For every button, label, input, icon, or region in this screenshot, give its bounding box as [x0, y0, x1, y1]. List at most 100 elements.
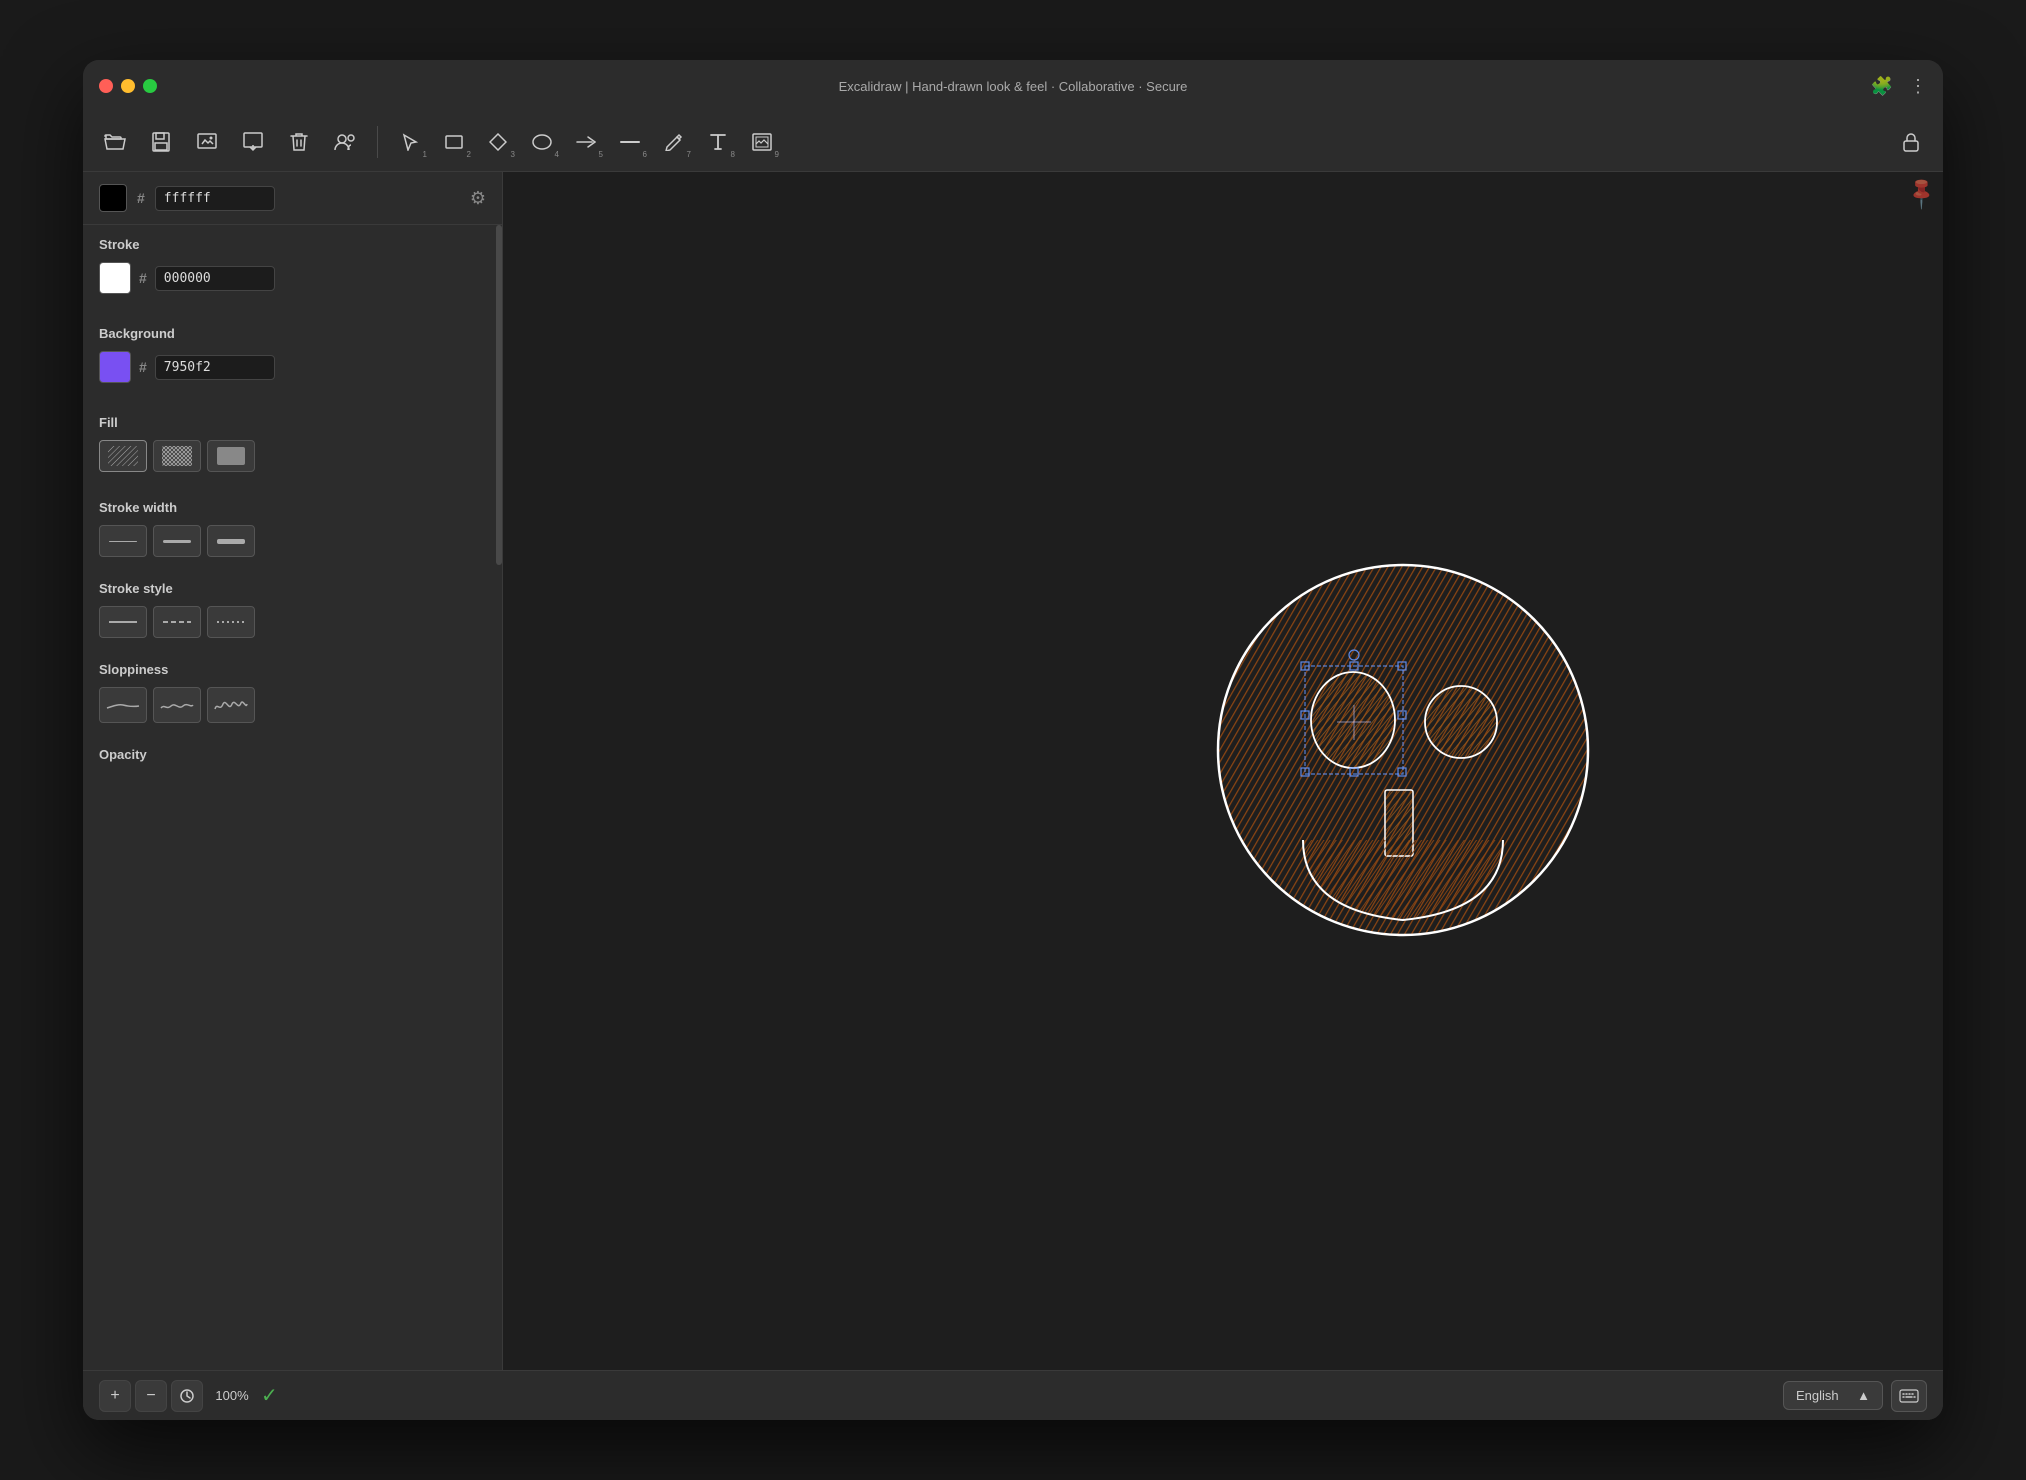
- traffic-lights: [99, 79, 157, 93]
- stroke-style-dashed[interactable]: [153, 606, 201, 638]
- fill-section: Fill: [83, 403, 502, 488]
- hash-symbol: #: [137, 190, 145, 206]
- main-content: # ⚙ Stroke #: [83, 172, 1943, 1370]
- stroke-color-input[interactable]: [155, 266, 275, 291]
- tool-number-2: 2: [467, 150, 471, 159]
- stroke-width-label: Stroke width: [99, 500, 486, 515]
- stroke-label: Stroke: [99, 237, 486, 252]
- background-label: Background: [99, 326, 486, 341]
- zoom-plus-icon: +: [110, 1387, 119, 1405]
- tool-number-7: 7: [687, 150, 691, 159]
- canvas-area[interactable]: 📌: [503, 172, 1943, 1370]
- bottom-bar: + − 100% ✓ English ▲: [83, 1370, 1943, 1420]
- arrow-tool[interactable]: 5: [566, 122, 606, 162]
- toolbar-center: 1 2 3: [390, 122, 782, 162]
- image-tool[interactable]: 9: [742, 122, 782, 162]
- fill-solid-button[interactable]: [207, 440, 255, 472]
- zoom-controls: + − 100% ✓: [99, 1380, 278, 1412]
- app-body: 1 2 3: [83, 112, 1943, 1420]
- toolbar: 1 2 3: [83, 112, 1943, 172]
- keyboard-button[interactable]: [1891, 1380, 1927, 1412]
- background-color-input[interactable]: [155, 355, 275, 380]
- minimize-button[interactable]: [121, 79, 135, 93]
- tool-number-8: 8: [731, 150, 735, 159]
- stroke-style-label: Stroke style: [99, 581, 486, 596]
- fill-crosshatch-button[interactable]: [153, 440, 201, 472]
- stroke-style-dotted[interactable]: [207, 606, 255, 638]
- pencil-tool[interactable]: 7: [654, 122, 694, 162]
- zoom-in-button[interactable]: +: [99, 1380, 131, 1412]
- export-image-button[interactable]: [187, 122, 227, 162]
- background-section: Background #: [83, 314, 502, 403]
- open-button[interactable]: [95, 122, 135, 162]
- toolbar-right: [1891, 122, 1931, 162]
- text-tool[interactable]: 8: [698, 122, 738, 162]
- toolbar-left: [95, 122, 365, 162]
- stroke-color-swatch[interactable]: [99, 262, 131, 294]
- extensions-icon[interactable]: 🧩: [1871, 76, 1893, 97]
- sloppiness-options: [99, 687, 486, 723]
- diamond-tool[interactable]: 3: [478, 122, 518, 162]
- zoom-out-button[interactable]: −: [135, 1380, 167, 1412]
- tool-number-3: 3: [511, 150, 515, 159]
- quick-color-swatch[interactable]: [99, 184, 127, 212]
- stroke-width-thin[interactable]: [99, 525, 147, 557]
- sloppiness-label: Sloppiness: [99, 662, 486, 677]
- titlebar-right: 🧩 ⋮: [1871, 76, 1927, 97]
- stroke-width-options: [99, 525, 486, 557]
- stroke-width-medium[interactable]: [153, 525, 201, 557]
- left-panel: # ⚙ Stroke #: [83, 172, 503, 1370]
- stroke-hash: #: [139, 270, 147, 286]
- sloppiness-medium[interactable]: [153, 687, 201, 723]
- language-label: English: [1796, 1388, 1839, 1403]
- fill-label: Fill: [99, 415, 486, 430]
- stroke-style-options: [99, 606, 486, 638]
- language-arrow-icon: ▲: [1857, 1388, 1870, 1403]
- tool-number-1: 1: [423, 150, 427, 159]
- window-title: Excalidraw | Hand-drawn look & feel · Co…: [839, 79, 1188, 94]
- sloppiness-low[interactable]: [99, 687, 147, 723]
- fill-hatch-button[interactable]: [99, 440, 147, 472]
- properties-panel: Stroke # Background #: [83, 225, 502, 1370]
- stroke-style-solid[interactable]: [99, 606, 147, 638]
- stroke-section: Stroke #: [83, 225, 502, 314]
- maximize-button[interactable]: [143, 79, 157, 93]
- line-tool[interactable]: 6: [610, 122, 650, 162]
- rectangle-tool[interactable]: 2: [434, 122, 474, 162]
- background-color-row: #: [99, 351, 486, 383]
- zoom-reset-button[interactable]: [171, 1380, 203, 1412]
- toolbar-divider: [377, 126, 378, 158]
- language-selector[interactable]: English ▲: [1783, 1381, 1883, 1410]
- canvas-drawing: [1203, 550, 1603, 975]
- tool-number-4: 4: [555, 150, 559, 159]
- background-color-swatch[interactable]: [99, 351, 131, 383]
- background-hash: #: [139, 359, 147, 375]
- export-button[interactable]: [233, 122, 273, 162]
- opacity-section: Opacity: [83, 735, 502, 784]
- sloppiness-high[interactable]: [207, 687, 255, 723]
- delete-button[interactable]: [279, 122, 319, 162]
- menu-icon[interactable]: ⋮: [1909, 76, 1927, 97]
- app-window: Excalidraw | Hand-drawn look & feel · Co…: [83, 60, 1943, 1420]
- tool-number-9: 9: [775, 150, 779, 159]
- tool-number-6: 6: [643, 150, 647, 159]
- stroke-width-thick[interactable]: [207, 525, 255, 557]
- select-tool[interactable]: 1: [390, 122, 430, 162]
- titlebar: Excalidraw | Hand-drawn look & feel · Co…: [83, 60, 1943, 112]
- ellipse-tool[interactable]: 4: [522, 122, 562, 162]
- pin-icon: 📌: [1902, 174, 1940, 212]
- opacity-label: Opacity: [99, 747, 486, 762]
- tool-number-5: 5: [599, 150, 603, 159]
- quick-color-input[interactable]: [155, 186, 275, 211]
- save-button[interactable]: [141, 122, 181, 162]
- fill-options: [99, 440, 486, 472]
- collaborate-button[interactable]: [325, 122, 365, 162]
- zoom-minus-icon: −: [146, 1387, 155, 1405]
- sloppiness-section: Sloppiness: [83, 650, 502, 735]
- close-button[interactable]: [99, 79, 113, 93]
- stroke-width-section: Stroke width: [83, 488, 502, 569]
- stroke-color-row: #: [99, 262, 486, 294]
- gear-icon[interactable]: ⚙: [470, 188, 486, 209]
- bottom-right: English ▲: [1783, 1380, 1927, 1412]
- lock-button[interactable]: [1891, 122, 1931, 162]
